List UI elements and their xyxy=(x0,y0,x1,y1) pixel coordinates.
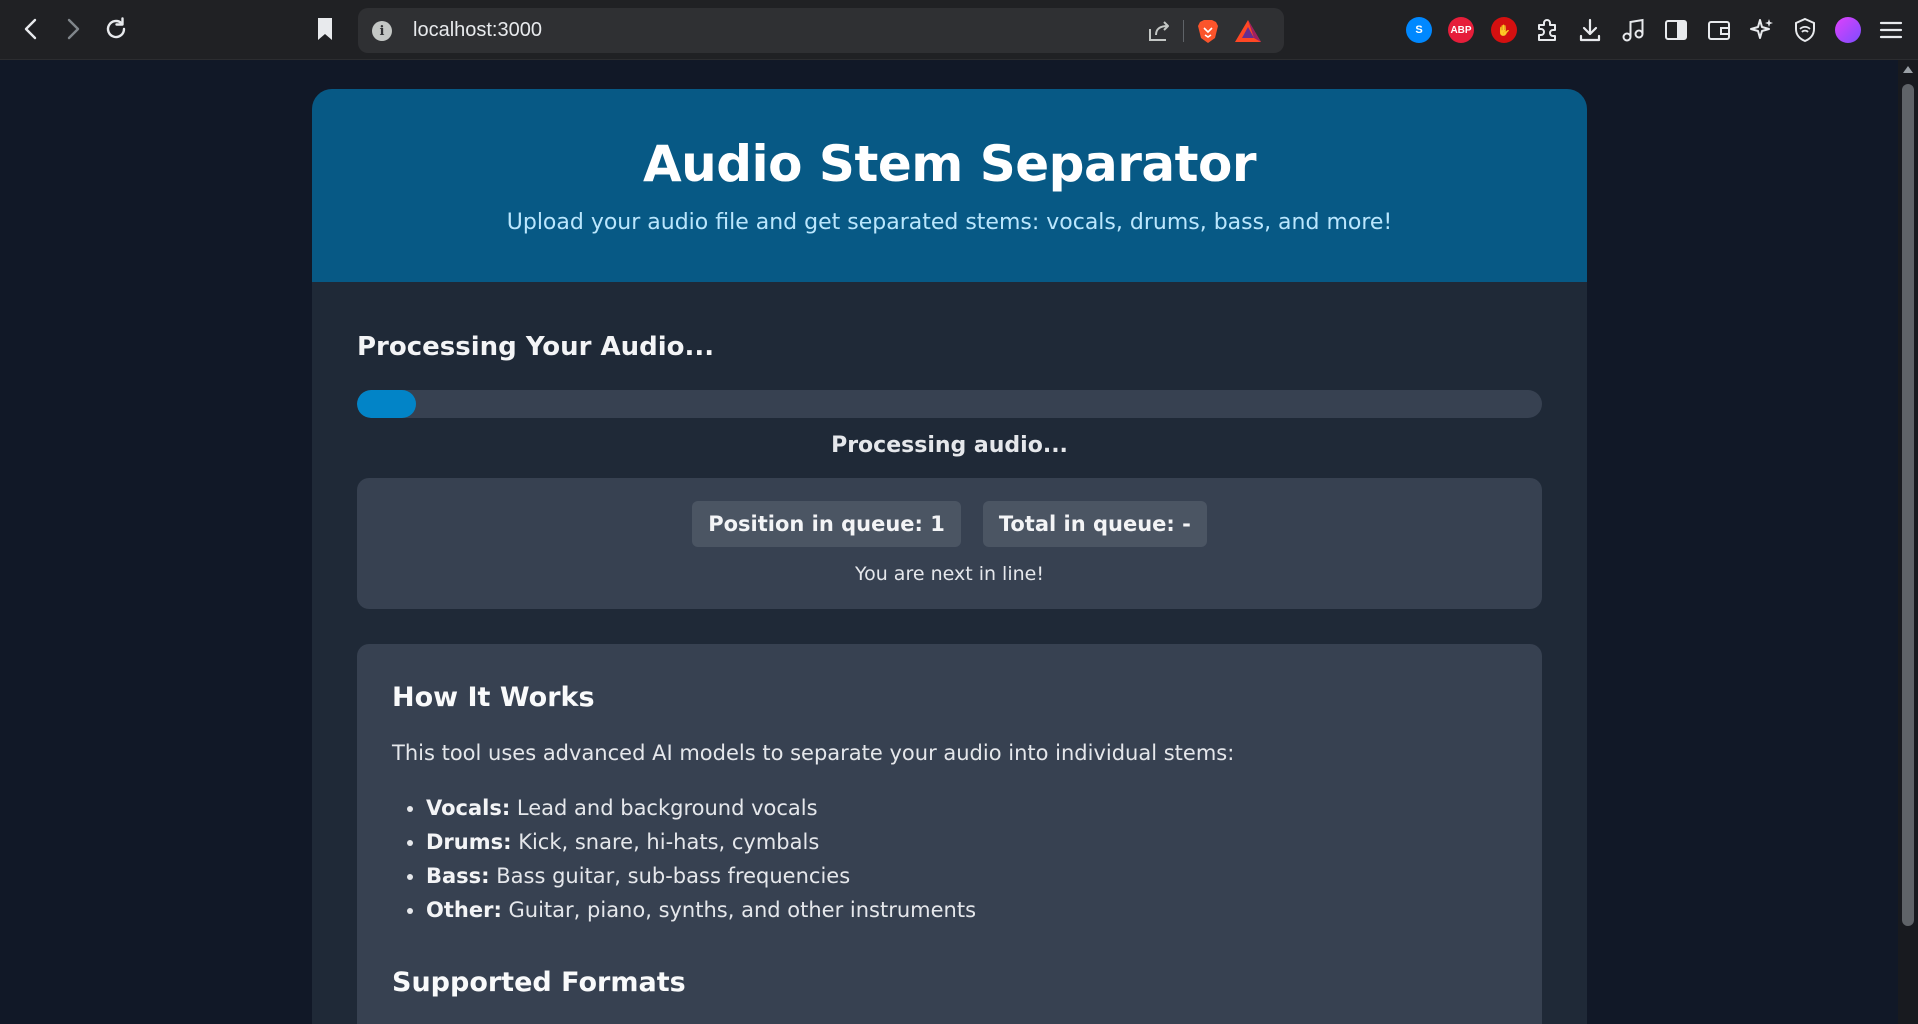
urlbar-separator xyxy=(1183,20,1184,42)
stem-name: Drums: xyxy=(426,830,512,854)
profile-button[interactable] xyxy=(1834,16,1862,44)
back-button[interactable] xyxy=(16,14,46,44)
reload-icon xyxy=(106,17,126,39)
stop-extension[interactable]: ✋ xyxy=(1490,16,1518,44)
vpn-button[interactable] xyxy=(1791,16,1819,44)
media-button[interactable] xyxy=(1619,16,1647,44)
brave-rewards-button[interactable] xyxy=(1234,18,1262,44)
app-subtitle: Upload your audio file and get separated… xyxy=(506,210,1393,235)
stem-description: Guitar, piano, synths, and other instrum… xyxy=(501,898,977,922)
queue-total-badge: Total in queue: - xyxy=(982,501,1207,547)
music-icon xyxy=(1622,18,1644,42)
app-header: Audio Stem Separator Upload your audio f… xyxy=(312,89,1587,282)
bookmark-button[interactable] xyxy=(310,14,340,44)
puzzle-icon xyxy=(1538,19,1556,41)
share-button[interactable] xyxy=(1146,19,1172,43)
scroll-up-arrow-icon[interactable] xyxy=(1903,66,1913,73)
hand-stop-icon: ✋ xyxy=(1491,17,1517,43)
supported-formats-title: Supported Formats xyxy=(392,967,686,998)
url-text[interactable]: localhost:3000 xyxy=(413,19,542,42)
sidebar-icon xyxy=(1665,20,1687,40)
profile-avatar-icon xyxy=(1835,17,1861,43)
bookmark-icon xyxy=(318,18,332,40)
shazam-icon: S xyxy=(1406,17,1432,43)
browser-toolbar: i localhost:3000 S ABP ✋ xyxy=(0,0,1918,60)
list-item: Drums: Kick, snare, hi-hats, cymbals xyxy=(426,825,1507,859)
share-icon xyxy=(1149,21,1169,41)
list-item: Vocals: Lead and background vocals xyxy=(426,791,1507,825)
adblock-extension[interactable]: ABP xyxy=(1447,16,1475,44)
app-container: Audio Stem Separator Upload your audio f… xyxy=(312,89,1587,1024)
stem-description: Kick, snare, hi-hats, cymbals xyxy=(511,830,820,854)
stem-description: Bass guitar, sub-bass frequencies xyxy=(489,864,851,888)
leo-ai-icon xyxy=(1750,19,1773,39)
stem-description: Lead and background vocals xyxy=(510,796,818,820)
how-it-works-intro: This tool uses advanced AI models to sep… xyxy=(392,741,1235,765)
processing-title: Processing Your Audio... xyxy=(357,332,715,362)
page-scrollbar[interactable] xyxy=(1898,60,1918,1024)
queue-note: You are next in line! xyxy=(855,563,1044,585)
app-title: Audio Stem Separator xyxy=(642,135,1257,193)
download-icon xyxy=(1579,18,1601,42)
sidebar-button[interactable] xyxy=(1662,16,1690,44)
how-it-works-title: How It Works xyxy=(392,682,595,713)
adblock-plus-icon: ABP xyxy=(1448,17,1474,43)
extensions-button[interactable] xyxy=(1533,16,1561,44)
bat-triangle-icon xyxy=(1235,20,1261,42)
list-item: Other: Guitar, piano, synths, and other … xyxy=(426,893,1507,927)
stems-list: Vocals: Lead and background vocals Drums… xyxy=(392,791,1507,927)
brave-shields-button[interactable] xyxy=(1196,18,1220,44)
brave-lion-icon xyxy=(1198,20,1218,43)
progress-bar-fill xyxy=(357,390,417,418)
site-info-icon[interactable]: i xyxy=(372,21,392,41)
menu-icon xyxy=(1879,21,1903,39)
queue-panel: Position in queue: 1 Total in queue: - Y… xyxy=(357,478,1542,609)
stem-name: Bass: xyxy=(426,864,490,888)
downloads-button[interactable] xyxy=(1576,16,1604,44)
main-content: Processing Your Audio... Processing audi… xyxy=(312,332,1587,1024)
chevron-left-icon xyxy=(24,18,37,40)
how-it-works-panel: How It Works This tool uses advanced AI … xyxy=(357,644,1542,1024)
stem-name: Other: xyxy=(426,898,502,922)
address-bar[interactable]: i localhost:3000 xyxy=(358,8,1284,53)
wallet-button[interactable] xyxy=(1705,16,1733,44)
stem-name: Vocals: xyxy=(426,796,511,820)
vpn-shield-icon xyxy=(1795,17,1815,43)
leo-ai-button[interactable] xyxy=(1748,16,1776,44)
processing-status: Processing audio... xyxy=(831,433,1068,458)
shazam-extension[interactable]: S xyxy=(1405,16,1433,44)
scrollbar-thumb[interactable] xyxy=(1902,84,1914,926)
wallet-icon xyxy=(1708,21,1730,40)
list-item: Bass: Bass guitar, sub-bass frequencies xyxy=(426,859,1507,893)
main-menu-button[interactable] xyxy=(1877,16,1905,44)
forward-button[interactable] xyxy=(58,14,88,44)
queue-position-badge: Position in queue: 1 xyxy=(692,501,961,547)
chevron-right-icon xyxy=(67,18,80,40)
progress-bar xyxy=(357,390,1542,418)
reload-button[interactable] xyxy=(101,14,131,44)
